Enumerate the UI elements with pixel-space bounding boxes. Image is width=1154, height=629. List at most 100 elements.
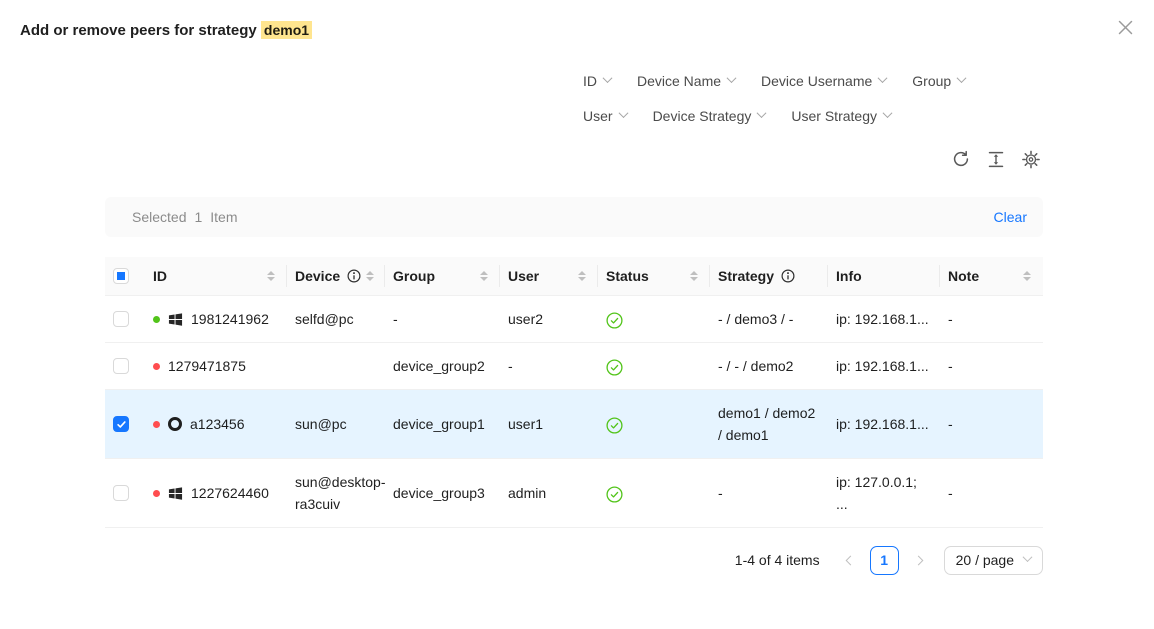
pagination: 1-4 of 4 items 1 20 / page: [105, 544, 1043, 576]
chevron-right-icon: [913, 555, 923, 565]
pagination-total: 1-4 of 4 items: [735, 552, 820, 568]
device-cell: selfd@pc: [287, 296, 385, 343]
column-header-id[interactable]: ID: [145, 257, 287, 296]
status-ok-icon: [606, 359, 623, 376]
info-circle-icon: [347, 269, 361, 283]
filter-group[interactable]: Group: [912, 70, 965, 92]
row-checkbox[interactable]: [113, 358, 129, 374]
column-height-icon: [988, 151, 1004, 168]
info-cell: ip: 192.168.1...: [828, 296, 940, 343]
filter-panel: ID Device Name Device Username Group Use…: [583, 70, 1043, 127]
device-cell: sun@pc: [287, 390, 385, 459]
selection-suffix: Item: [210, 209, 237, 225]
column-label: Device: [295, 268, 340, 284]
chevron-down-icon: [757, 108, 767, 118]
info-cell: ip: 192.168.1...: [828, 390, 940, 459]
column-header-device[interactable]: Device: [287, 257, 385, 296]
sort-carets-icon: [480, 271, 492, 281]
filter-label: ID: [583, 73, 597, 89]
strategy-name-highlight: demo1: [261, 21, 312, 39]
note-cell: -: [940, 459, 1043, 528]
filter-device-name[interactable]: Device Name: [637, 70, 735, 92]
filter-device-username[interactable]: Device Username: [761, 70, 886, 92]
device-id: a123456: [190, 413, 245, 435]
peers-table: ID Device Group: [105, 257, 1043, 528]
next-page-button[interactable]: [908, 548, 932, 572]
page-size-select[interactable]: 20 / page: [944, 546, 1043, 575]
column-label: Info: [836, 268, 862, 284]
info-cell: ip: 192.168.1...: [828, 343, 940, 390]
filter-label: Device Username: [761, 73, 872, 89]
chevron-down-icon: [1023, 552, 1033, 562]
filter-user[interactable]: User: [583, 105, 627, 127]
device-cell: sun@desktop-ra3cuiv: [287, 459, 385, 528]
offline-dot-icon: [153, 363, 160, 370]
refresh-button[interactable]: [952, 150, 970, 168]
strategy-cell: - / - / demo2: [710, 343, 828, 390]
column-label: Group: [393, 268, 435, 284]
chevron-down-icon: [878, 73, 888, 83]
group-cell: device_group1: [385, 390, 500, 459]
user-cell: user1: [500, 390, 598, 459]
column-header-note[interactable]: Note: [940, 257, 1043, 296]
column-label: Status: [606, 268, 649, 284]
page-title: Add or remove peers for strategy demo1: [20, 22, 312, 39]
filter-label: User: [583, 108, 613, 124]
chevron-left-icon: [845, 555, 855, 565]
column-settings-button[interactable]: [1022, 150, 1040, 168]
clear-selection-link[interactable]: Clear: [994, 209, 1027, 225]
filter-label: Group: [912, 73, 951, 89]
device-id: 1227624460: [191, 482, 269, 504]
user-cell: -: [500, 343, 598, 390]
status-cell: [598, 296, 710, 343]
refresh-icon: [952, 150, 970, 168]
table-header-row: ID Device Group: [105, 257, 1043, 296]
filter-label: User Strategy: [791, 108, 877, 124]
column-header-group[interactable]: Group: [385, 257, 500, 296]
prev-page-button[interactable]: [837, 548, 861, 572]
row-checkbox[interactable]: [113, 485, 129, 501]
status-cell: [598, 459, 710, 528]
page-title-text: Add or remove peers for strategy: [20, 22, 257, 39]
strategy-cell: -: [710, 459, 828, 528]
note-cell: -: [940, 296, 1043, 343]
sort-carets-icon: [578, 271, 590, 281]
density-button[interactable]: [987, 150, 1005, 168]
device-id: 1981241962: [191, 308, 269, 330]
offline-dot-icon: [153, 421, 160, 428]
selection-prefix: Selected: [132, 209, 186, 225]
offline-dot-icon: [153, 490, 160, 497]
info-cell: ip: 127.0.0.1; ...: [828, 459, 940, 528]
selection-bar: Selected 1 Item Clear: [105, 197, 1043, 237]
online-dot-icon: [153, 316, 160, 323]
filter-device-strategy[interactable]: Device Strategy: [653, 105, 766, 127]
selection-count: 1: [194, 209, 202, 225]
row-checkbox-checked[interactable]: [113, 416, 129, 432]
user-cell: user2: [500, 296, 598, 343]
column-header-user[interactable]: User: [500, 257, 598, 296]
status-cell: [598, 343, 710, 390]
add-remove-peers-dialog: { "dialog": { "title_prefix": "Add or re…: [0, 0, 1154, 629]
sort-carets-icon: [690, 271, 702, 281]
page-number-button[interactable]: 1: [870, 546, 899, 575]
column-header-info: Info: [828, 257, 940, 296]
filter-label: Device Strategy: [653, 108, 752, 124]
close-icon: [1117, 19, 1134, 36]
column-header-status[interactable]: Status: [598, 257, 710, 296]
note-cell: -: [940, 343, 1043, 390]
table-row: 1279471875 device_group2 - - / - / demo2…: [105, 343, 1043, 390]
filter-id[interactable]: ID: [583, 70, 611, 92]
check-icon: [116, 419, 127, 430]
selection-summary: Selected 1 Item: [132, 209, 238, 225]
filter-label: Device Name: [637, 73, 721, 89]
column-label: ID: [153, 268, 167, 284]
table-row: 1227624460 sun@desktop-ra3cuiv device_gr…: [105, 459, 1043, 528]
filter-user-strategy[interactable]: User Strategy: [791, 105, 891, 127]
status-ok-icon: [606, 486, 623, 503]
settings-gear-icon: [1022, 150, 1040, 169]
page-size-value: 20 / page: [956, 552, 1014, 568]
table-row-selected: a123456 sun@pc device_group1 user1 demo1…: [105, 390, 1043, 459]
close-button[interactable]: [1114, 16, 1136, 38]
row-checkbox[interactable]: [113, 311, 129, 327]
select-all-checkbox[interactable]: [113, 268, 129, 284]
